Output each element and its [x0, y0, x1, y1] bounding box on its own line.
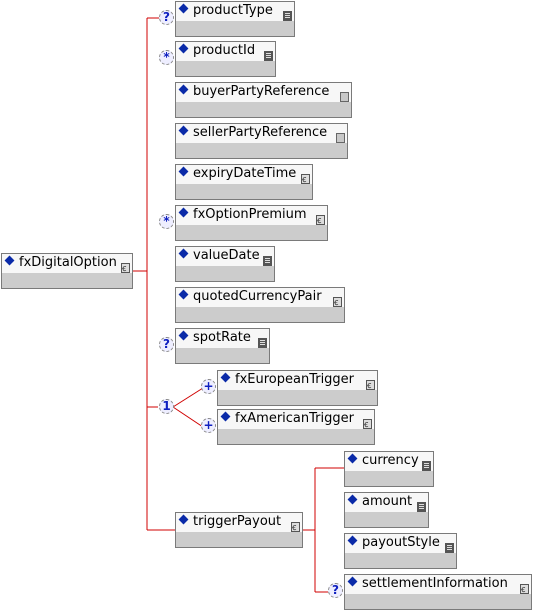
element-label: spotRate — [193, 330, 251, 345]
complex-type-icon[interactable] — [121, 261, 130, 274]
element-expiryDateTime[interactable]: expiryDateTime — [175, 164, 313, 200]
complex-type-icon[interactable] — [333, 295, 342, 308]
choice-icon: 1 — [159, 399, 174, 414]
element-fxDigitalOption[interactable]: fxDigitalOption — [1, 253, 133, 289]
complex-type-icon[interactable] — [316, 213, 325, 226]
element-label: productType — [193, 3, 273, 18]
element-payoutStyle[interactable]: payoutStyle — [344, 533, 457, 569]
element-fxEuropeanTrigger[interactable]: fxEuropeanTrigger — [217, 370, 378, 406]
element-label: expiryDateTime — [193, 166, 297, 181]
one-or-more-icon: + — [201, 418, 216, 433]
element-triggerPayout[interactable]: triggerPayout — [175, 512, 303, 548]
complex-type-icon[interactable] — [291, 520, 300, 533]
complex-type-icon[interactable] — [363, 417, 372, 430]
zero-or-more-icon: * — [159, 214, 174, 229]
element-sellerPartyReference[interactable]: sellerPartyReference — [175, 123, 348, 159]
element-label: quotedCurrencyPair — [193, 289, 322, 304]
element-fxOptionPremium[interactable]: fxOptionPremium — [175, 205, 328, 241]
element-label: amount — [362, 494, 413, 509]
element-label: fxAmericanTrigger — [235, 411, 354, 426]
element-label: settlementInformation — [362, 576, 508, 591]
element-label: valueDate — [193, 248, 260, 263]
simple-type-icon[interactable] — [417, 502, 426, 512]
element-label: fxDigitalOption — [19, 255, 117, 270]
element-quotedCurrencyPair[interactable]: quotedCurrencyPair — [175, 287, 345, 323]
element-currency[interactable]: currency — [344, 451, 434, 487]
element-productType[interactable]: productType — [175, 1, 295, 37]
element-fxAmericanTrigger[interactable]: fxAmericanTrigger — [217, 409, 375, 445]
element-amount[interactable]: amount — [344, 492, 429, 528]
element-productId[interactable]: productId — [175, 41, 276, 77]
optional-icon: ? — [159, 10, 174, 25]
simple-type-icon[interactable] — [263, 256, 272, 266]
element-label: fxEuropeanTrigger — [235, 372, 355, 387]
complex-type-icon[interactable] — [301, 172, 310, 185]
simple-type-icon[interactable] — [422, 461, 431, 471]
element-label: sellerPartyReference — [193, 125, 328, 140]
empty-type-icon[interactable] — [340, 92, 349, 102]
element-label: payoutStyle — [362, 535, 440, 550]
element-spotRate[interactable]: spotRate — [175, 328, 270, 364]
zero-or-more-icon: * — [159, 50, 174, 65]
complex-type-icon[interactable] — [520, 582, 529, 595]
optional-icon: ? — [328, 583, 343, 598]
empty-type-icon[interactable] — [336, 133, 345, 143]
simple-type-icon[interactable] — [283, 11, 292, 21]
element-valueDate[interactable]: valueDate — [175, 246, 275, 282]
optional-icon: ? — [159, 337, 174, 352]
element-label: productId — [193, 43, 256, 58]
element-label: currency — [362, 453, 419, 468]
simple-type-icon[interactable] — [264, 51, 273, 61]
element-label: triggerPayout — [193, 514, 282, 529]
element-buyerPartyReference[interactable]: buyerPartyReference — [175, 82, 352, 118]
element-label: buyerPartyReference — [193, 84, 330, 99]
one-or-more-icon: + — [201, 379, 216, 394]
simple-type-icon[interactable] — [258, 338, 267, 348]
simple-type-icon[interactable] — [445, 543, 454, 553]
complex-type-icon[interactable] — [366, 378, 375, 391]
element-label: fxOptionPremium — [193, 207, 307, 222]
element-settlementInformation[interactable]: settlementInformation — [344, 574, 532, 610]
